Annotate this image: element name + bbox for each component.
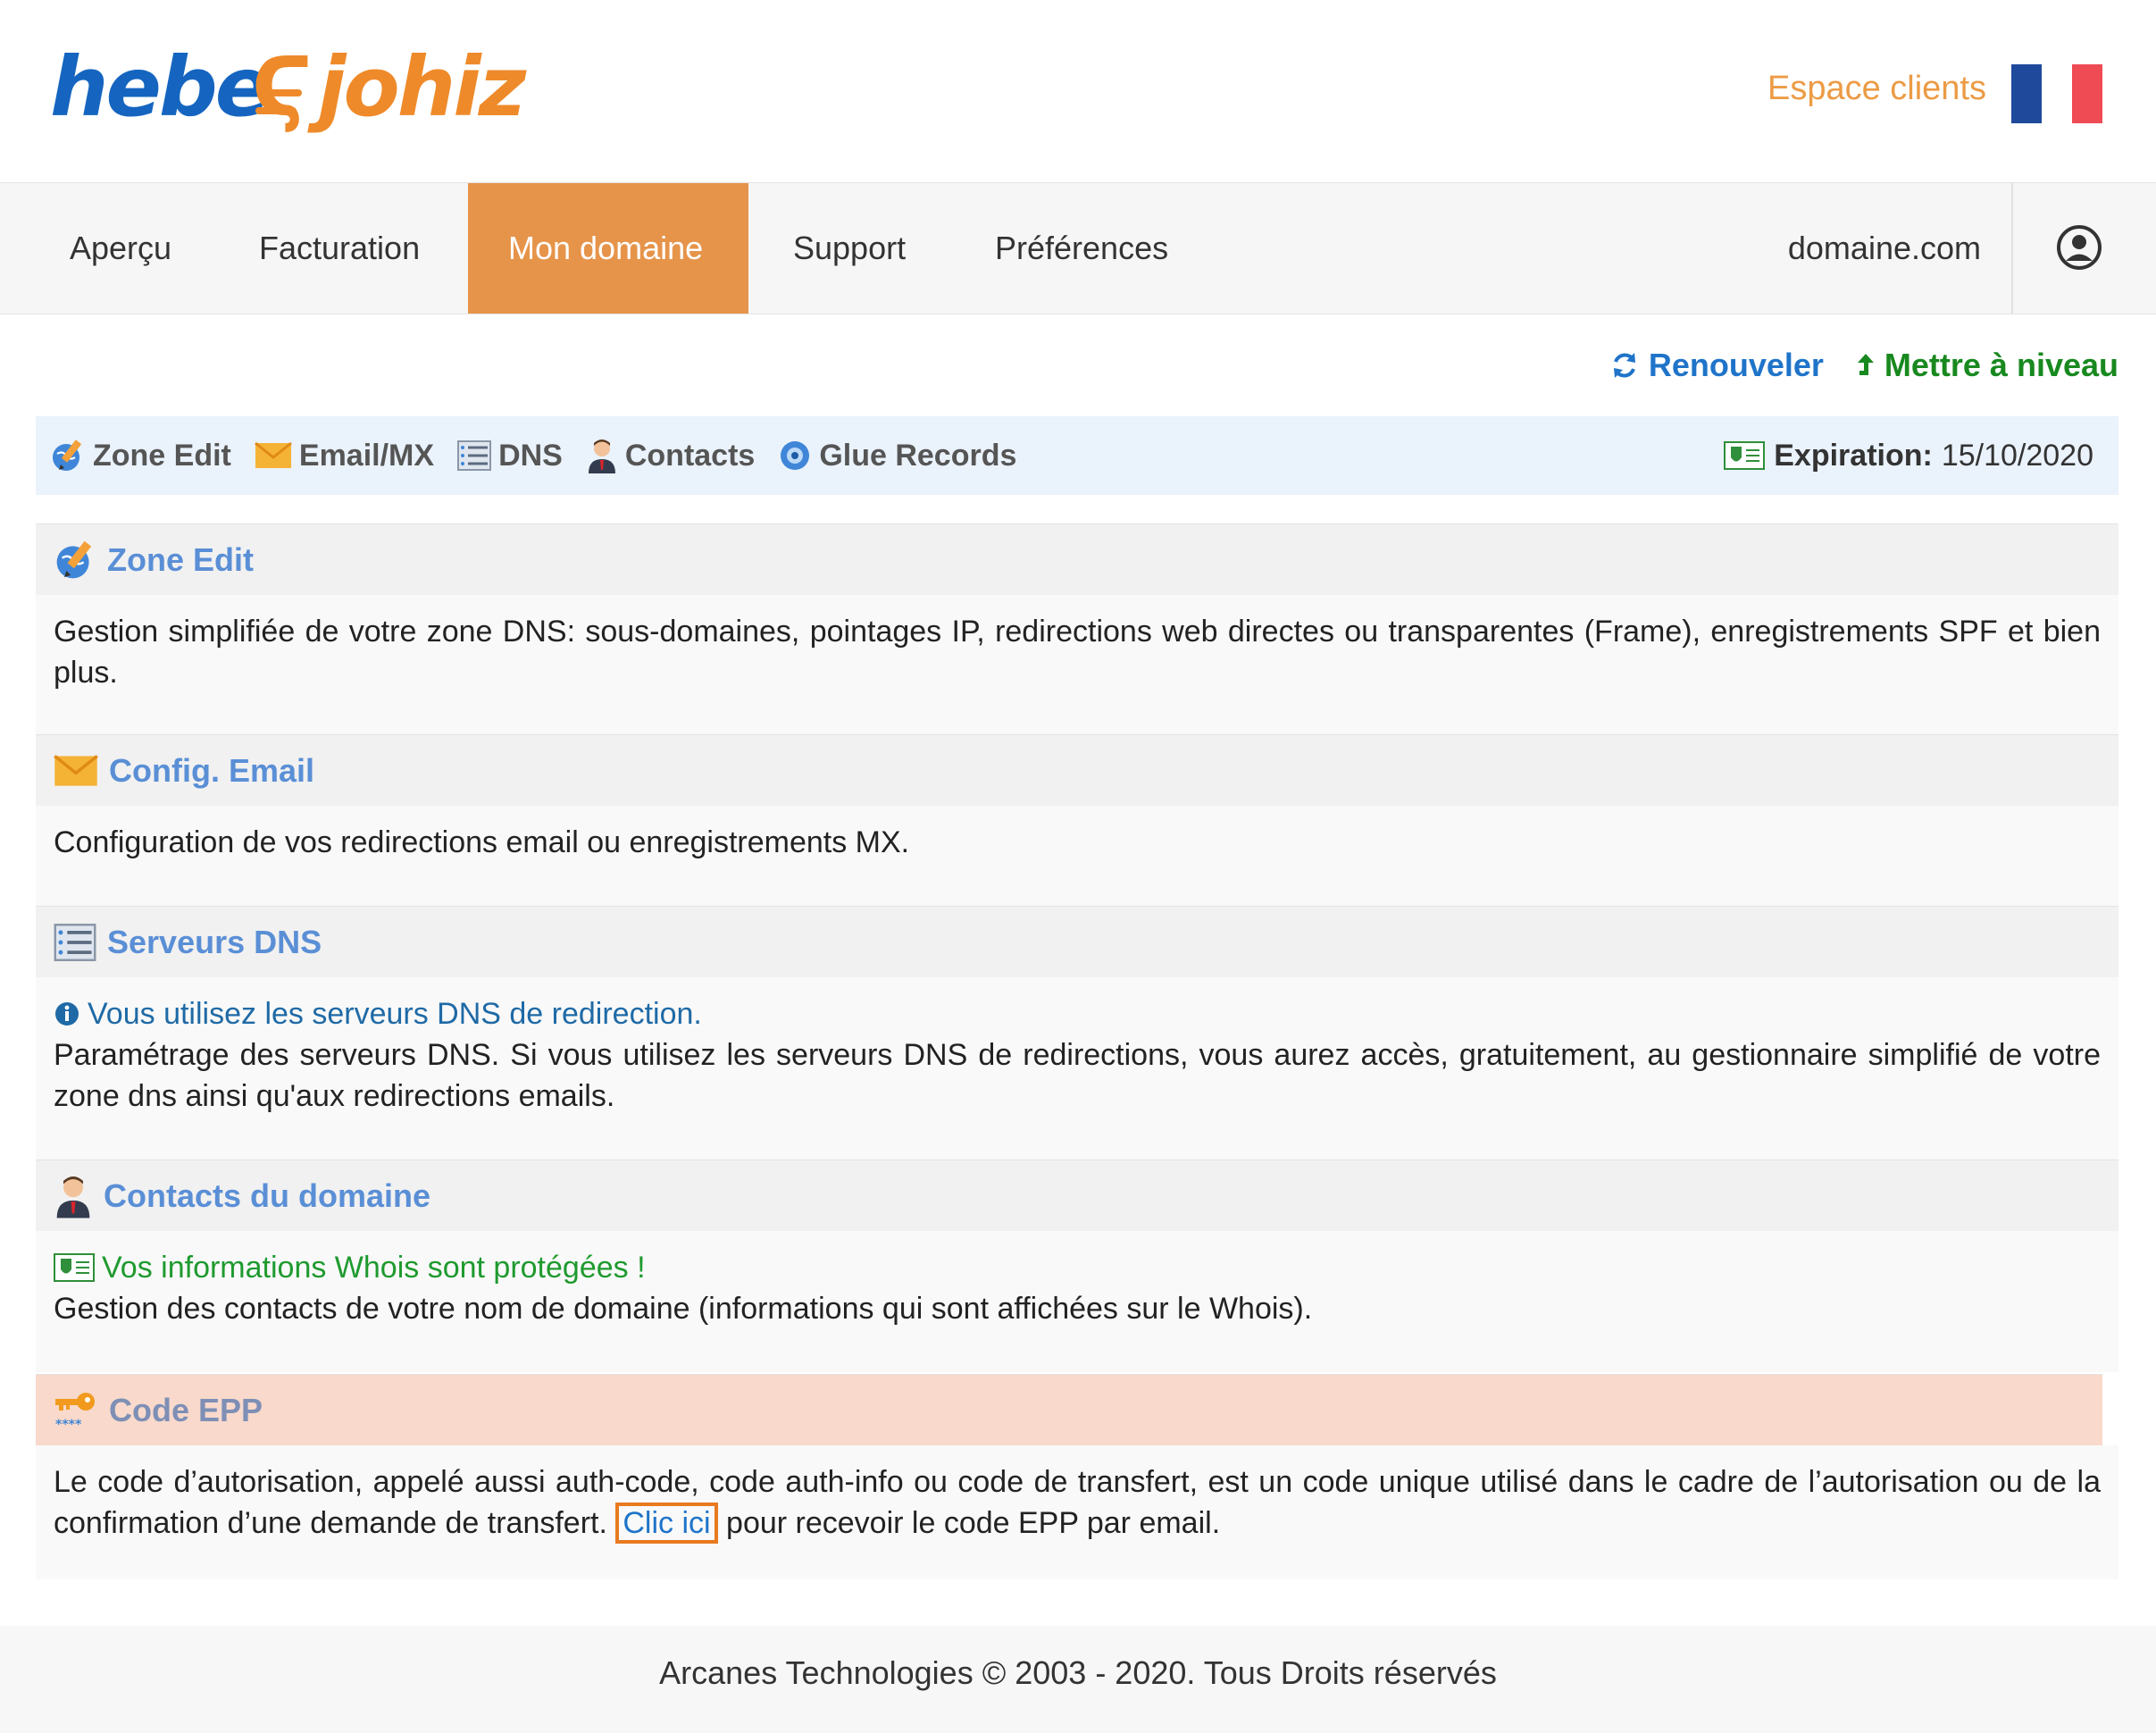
domain-actions: Renouveler Mettre à niveau xyxy=(1609,343,2118,388)
flag-stripe-blue xyxy=(2011,64,2042,123)
footer: Arcanes Technologies © 2003 - 2020. Tous… xyxy=(0,1626,2156,1733)
upgrade-arrow-icon xyxy=(1856,350,1876,381)
envelope-icon xyxy=(254,441,292,470)
footer-copyright: Arcanes Technologies © 2003 - 2020. Tous… xyxy=(659,1654,1497,1691)
section-dns-body: Vous utilisez les serveurs DNS de redire… xyxy=(36,977,2118,1160)
header: hebe Ϛ johiz Espace clients xyxy=(0,0,2156,182)
renew-label: Renouveler xyxy=(1648,347,1824,383)
expiration-date: 15/10/2020 xyxy=(1941,438,2093,473)
server-list-icon xyxy=(457,440,492,471)
section-dns-header[interactable]: Serveurs DNS xyxy=(36,906,2118,977)
domain-selector[interactable]: domaine.com xyxy=(1788,183,1981,314)
pencil-globe-icon xyxy=(54,539,96,582)
section-email: Config. Email Configuration de vos redir… xyxy=(36,734,2118,906)
info-icon xyxy=(54,1000,80,1027)
section-epp-title: Code EPP xyxy=(109,1391,263,1428)
section-email-header[interactable]: Config. Email xyxy=(36,734,2118,806)
domain-toolbar: Zone Edit Email/MX DNS Contacts Glue Rec… xyxy=(36,416,2118,495)
toolbar-contacts-label: Contacts xyxy=(624,438,756,473)
toolbar-zone-edit-label: Zone Edit xyxy=(93,438,231,473)
nav-item-facturation[interactable]: Facturation xyxy=(218,183,461,314)
user-account-icon[interactable] xyxy=(2056,224,2102,271)
dns-notice-text: Vous utilisez les serveurs DNS de redire… xyxy=(88,997,702,1031)
logo-bar xyxy=(255,107,297,114)
server-list-icon xyxy=(54,923,96,961)
person-icon xyxy=(54,1174,93,1218)
flag-stripe-red xyxy=(2072,64,2102,123)
section-dns-title: Serveurs DNS xyxy=(107,923,322,960)
shield-id-icon xyxy=(1724,441,1766,470)
section-epp-body: Le code d’autorisation, appelé aussi aut… xyxy=(36,1445,2118,1579)
nav-item-apercu[interactable]: Aperçu xyxy=(29,183,213,314)
expiration-info: Expiration: 15/10/2020 xyxy=(1724,416,2093,495)
whois-notice-text: Vos informations Whois sont protégées ! xyxy=(102,1251,646,1285)
whois-notice: Vos informations Whois sont protégées ! xyxy=(54,1247,2101,1288)
section-contacts-body: Vos informations Whois sont protégées ! … xyxy=(36,1231,2118,1372)
toolbar-dns[interactable]: DNS xyxy=(457,439,563,473)
toolbar-zone-edit[interactable]: Zone Edit xyxy=(50,438,231,473)
nav-item-preferences[interactable]: Préférences xyxy=(954,183,1209,314)
section-contacts-text: Gestion des contacts de votre nom de dom… xyxy=(54,1292,1313,1326)
svg-text:****: **** xyxy=(55,1418,82,1430)
flag-stripe-white xyxy=(2042,64,2072,123)
toolbar-email-label: Email/MX xyxy=(298,438,435,473)
section-zone-edit-header[interactable]: Zone Edit xyxy=(36,523,2118,595)
refresh-icon xyxy=(1609,350,1640,381)
section-contacts-header[interactable]: Contacts du domaine xyxy=(36,1160,2118,1231)
expiration-label: Expiration: xyxy=(1774,438,1933,473)
section-email-title: Config. Email xyxy=(109,751,315,789)
section-zone-edit: Zone Edit Gestion simplifiée de votre zo… xyxy=(36,523,2118,734)
pencil-globe-icon xyxy=(50,438,86,473)
epp-request-link[interactable]: Clic ici xyxy=(615,1503,718,1544)
shield-id-icon xyxy=(54,1253,95,1282)
renew-button[interactable]: Renouveler xyxy=(1609,347,1824,384)
main-nav: Aperçu Facturation Mon domaine Support P… xyxy=(0,182,2156,314)
section-contacts: Contacts du domaine Vos informations Who… xyxy=(36,1160,2118,1372)
section-zone-edit-title: Zone Edit xyxy=(107,540,254,578)
glue-globe-icon xyxy=(778,439,812,473)
client-area-link[interactable]: Espace clients xyxy=(1767,70,1986,108)
logo-mark: Ϛ xyxy=(252,39,313,135)
section-email-text: Configuration de vos redirections email … xyxy=(54,825,910,859)
section-zone-edit-text: Gestion simplifiée de votre zone DNS: so… xyxy=(54,615,2101,690)
nav-divider xyxy=(2011,183,2013,314)
language-flag[interactable] xyxy=(2011,64,2102,123)
toolbar-contacts[interactable]: Contacts xyxy=(586,438,755,473)
logo-bar xyxy=(261,89,302,96)
section-epp: **** Code EPP Le code d’autorisation, ap… xyxy=(36,1374,2118,1579)
upgrade-button[interactable]: Mettre à niveau xyxy=(1856,347,2118,384)
section-dns: Serveurs DNS Vous utilisez les serveurs … xyxy=(36,906,2118,1160)
logo-text-part1: hebe xyxy=(50,39,271,135)
section-zone-edit-body: Gestion simplifiée de votre zone DNS: so… xyxy=(36,595,2118,734)
toolbar-glue-records[interactable]: Glue Records xyxy=(778,439,1016,473)
envelope-icon xyxy=(54,754,98,788)
epp-text-after: pour recevoir le code EPP par email. xyxy=(717,1506,1221,1540)
person-icon xyxy=(586,438,618,473)
dns-notice: Vous utilisez les serveurs DNS de redire… xyxy=(54,993,2101,1034)
key-icon: **** xyxy=(54,1391,98,1430)
nav-item-mon-domaine[interactable]: Mon domaine xyxy=(468,183,748,314)
toolbar-glue-records-label: Glue Records xyxy=(819,438,1017,473)
toolbar-dns-label: DNS xyxy=(498,438,563,473)
section-contacts-title: Contacts du domaine xyxy=(104,1176,431,1214)
logo[interactable]: hebe Ϛ johiz xyxy=(50,32,526,147)
logo-text-part2: johiz xyxy=(318,39,526,135)
nav-item-support[interactable]: Support xyxy=(752,183,947,314)
section-email-body: Configuration de vos redirections email … xyxy=(36,806,2118,906)
section-epp-header[interactable]: **** Code EPP xyxy=(36,1374,2102,1445)
toolbar-email[interactable]: Email/MX xyxy=(254,438,435,473)
section-dns-text: Paramétrage des serveurs DNS. Si vous ut… xyxy=(54,1038,2101,1113)
upgrade-label: Mettre à niveau xyxy=(1884,347,2118,383)
